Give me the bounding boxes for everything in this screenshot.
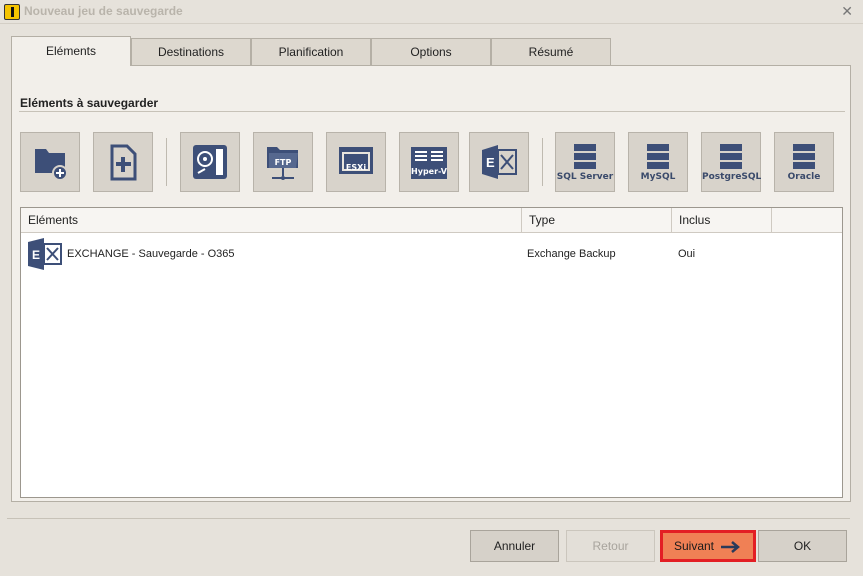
tool-label: Hyper-V (411, 167, 447, 176)
dialog-body: Eléments Destinations Planification Opti… (0, 24, 863, 576)
ok-button[interactable]: OK (758, 530, 847, 562)
postgresql-icon (720, 144, 742, 169)
tool-label: MySQL (640, 172, 676, 182)
mysql-button[interactable]: MySQL (628, 132, 688, 192)
section-title: Eléments à sauvegarder (20, 96, 159, 110)
ftp-button[interactable]: FTP (253, 132, 313, 192)
toolbar-separator (166, 138, 167, 186)
table-header: Eléments Type Inclus (21, 208, 842, 233)
column-header-included[interactable]: Inclus (672, 208, 772, 233)
exchange-icon: E (28, 238, 62, 270)
tool-label: Oracle (787, 172, 821, 182)
row-type: Exchange Backup (527, 248, 616, 260)
elements-table: Eléments Type Inclus E EXCHANGE - Sauveg… (20, 207, 843, 498)
add-folder-button[interactable] (20, 132, 80, 192)
hyper-v-icon (411, 147, 447, 179)
tool-label: FTP (274, 158, 292, 167)
hyper-v-button[interactable]: Hyper-V (399, 132, 459, 192)
add-file-button[interactable] (93, 132, 153, 192)
disk-image-button[interactable] (180, 132, 240, 192)
table-row[interactable]: E EXCHANGE - Sauvegarde - O365 Exchange … (21, 234, 842, 274)
column-header-type[interactable]: Type (522, 208, 672, 233)
window-title: Nouveau jeu de sauvegarde (24, 4, 183, 18)
exchange-icon: E (482, 145, 517, 179)
svg-text:E: E (486, 155, 495, 170)
tool-label: PostgreSQL (702, 172, 762, 182)
oracle-icon (793, 144, 815, 169)
tab-resume[interactable]: Résumé (491, 38, 611, 65)
esxi-icon (339, 147, 373, 174)
column-header-elements[interactable]: Eléments (21, 208, 522, 233)
disk-image-icon (193, 145, 227, 179)
tab-planification[interactable]: Planification (251, 38, 371, 65)
tab-options[interactable]: Options (371, 38, 491, 65)
tool-label: SQL Server (556, 172, 614, 182)
cancel-button[interactable]: Annuler (470, 530, 559, 562)
oracle-button[interactable]: Oracle (774, 132, 834, 192)
file-add-icon (110, 144, 137, 181)
app-logo-icon (4, 4, 20, 20)
next-button[interactable]: Suivant (660, 530, 756, 562)
mysql-icon (647, 144, 669, 169)
arrow-right-icon (721, 540, 740, 553)
close-icon[interactable]: ✕ (841, 2, 853, 20)
sql-server-icon (574, 144, 596, 169)
esxi-button[interactable]: ESXi (326, 132, 386, 192)
tab-destinations[interactable]: Destinations (131, 38, 251, 65)
title-bar: Nouveau jeu de sauvegarde ✕ (0, 0, 863, 24)
row-name: EXCHANGE - Sauvegarde - O365 (67, 248, 235, 260)
section-divider (19, 111, 845, 112)
footer-divider (7, 518, 850, 519)
tab-elements[interactable]: Eléments (11, 36, 131, 66)
next-button-label: Suivant (673, 539, 715, 553)
sql-server-button[interactable]: SQL Server (555, 132, 615, 192)
row-included: Oui (678, 248, 696, 260)
back-button[interactable]: Retour (566, 530, 655, 562)
svg-text:E: E (32, 248, 40, 262)
folder-add-icon (35, 149, 68, 181)
exchange-button[interactable]: E (469, 132, 529, 192)
postgresql-button[interactable]: PostgreSQL (701, 132, 761, 192)
elements-panel: Eléments à sauvegarder FTP ESXi Hyper-V … (11, 65, 851, 502)
toolbar-separator (542, 138, 543, 186)
tool-label: ESXi (345, 163, 367, 172)
